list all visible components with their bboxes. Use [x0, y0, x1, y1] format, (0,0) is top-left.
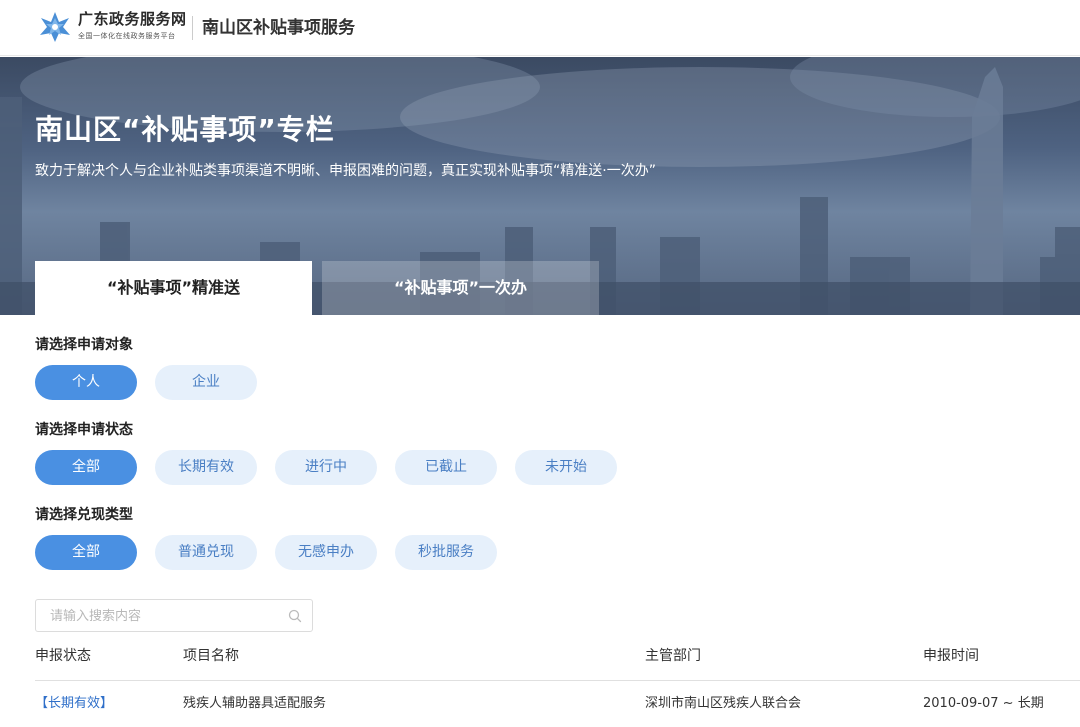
brand-subtitle: 全国一体化在线政务服务平台	[78, 32, 176, 40]
filter-status-in-progress[interactable]: 进行中	[275, 450, 377, 485]
filter-status-all[interactable]: 全部	[35, 450, 137, 485]
tab-one-stop[interactable]: “补贴事项”一次办	[322, 261, 599, 315]
guangdong-gov-logo-icon[interactable]	[38, 10, 72, 44]
target-filter-label: 请选择申请对象	[35, 337, 133, 353]
column-header-status: 申报状态	[35, 648, 91, 664]
search-icon[interactable]	[287, 608, 303, 624]
filter-status-not-started[interactable]: 未开始	[515, 450, 617, 485]
banner-title: 南山区“补贴事项”专栏	[35, 113, 335, 146]
type-filter-label: 请选择兑现类型	[35, 507, 133, 523]
row-project-name[interactable]: 残疾人辅助器具适配服务	[183, 693, 326, 715]
column-header-project-name: 项目名称	[183, 648, 239, 664]
row-status[interactable]: 【长期有效】	[35, 693, 113, 715]
brand[interactable]: 广东政务服务网 全国一体化在线政务服务平台	[78, 10, 187, 42]
filter-status-closed[interactable]: 已截止	[395, 450, 497, 485]
row-time: 2010-09-07 ~ 长期	[923, 696, 1044, 711]
filter-type-instant-approval[interactable]: 秒批服务	[395, 535, 497, 570]
header-divider	[192, 16, 193, 40]
hero-banner: 南山区“补贴事项”专栏 致力于解决个人与企业补贴类事项渠道不明晰、申报困难的问题…	[0, 57, 1080, 315]
tab-precise-delivery[interactable]: “补贴事项”精准送	[35, 261, 312, 315]
search-box	[35, 599, 313, 632]
top-header: 广东政务服务网 全国一体化在线政务服务平台 南山区补贴事项服务	[0, 0, 1080, 56]
banner-description: 致力于解决个人与企业补贴类事项渠道不明晰、申报困难的问题，真正实现补贴事项“精准…	[35, 163, 656, 179]
column-header-time: 申报时间	[923, 648, 979, 664]
brand-name: 广东政务服务网	[78, 10, 187, 28]
column-header-department: 主管部门	[645, 648, 701, 664]
filter-target-enterprise[interactable]: 企业	[155, 365, 257, 400]
search-input[interactable]	[50, 606, 280, 626]
filter-type-normal[interactable]: 普通兑现	[155, 535, 257, 570]
filter-target-individual[interactable]: 个人	[35, 365, 137, 400]
filter-type-all[interactable]: 全部	[35, 535, 137, 570]
row-department: 深圳市南山区残疾人联合会	[645, 696, 802, 711]
status-filter-label: 请选择申请状态	[35, 422, 133, 438]
filter-type-seamless[interactable]: 无感申办	[275, 535, 377, 570]
site-title[interactable]: 南山区补贴事项服务	[202, 16, 355, 40]
table-divider	[35, 680, 1080, 681]
filter-status-long-term[interactable]: 长期有效	[155, 450, 257, 485]
